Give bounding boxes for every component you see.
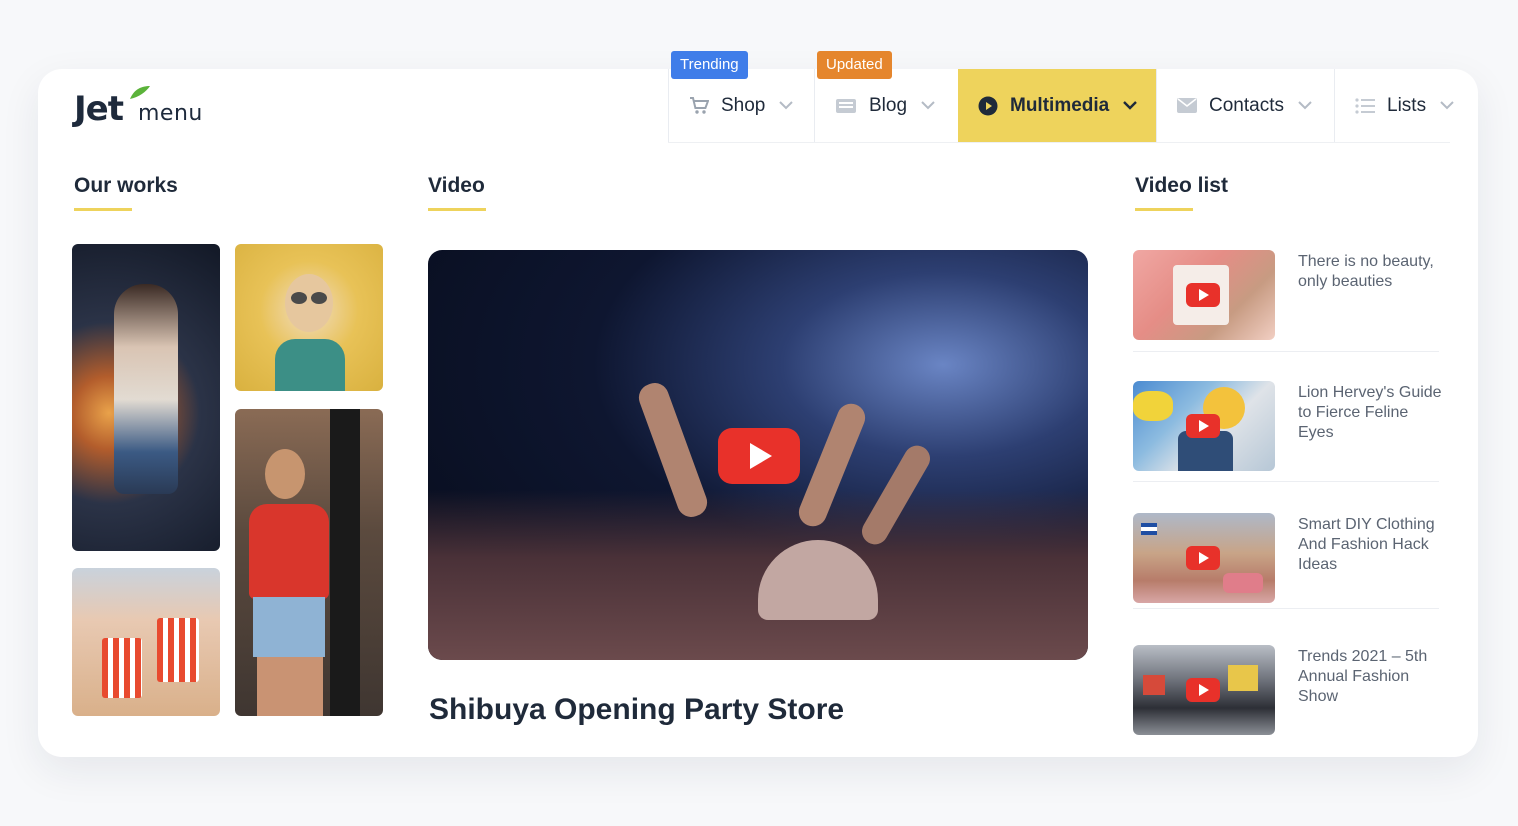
- chevron-down-icon: [1123, 101, 1138, 110]
- gallery-image[interactable]: [235, 244, 383, 391]
- video-list-item[interactable]: There is no beauty, only beauties: [1133, 250, 1439, 340]
- video-heading: Video: [428, 174, 485, 197]
- video-list-heading: Video list: [1135, 174, 1228, 197]
- our-works-heading: Our works: [74, 174, 178, 197]
- nav-label: Multimedia: [1010, 94, 1110, 116]
- nav-label: Contacts: [1209, 94, 1284, 116]
- video-list-title[interactable]: Lion Hervey's Guide to Fierce Feline Eye…: [1298, 383, 1443, 443]
- chevron-down-icon: [1440, 101, 1454, 110]
- gallery-image[interactable]: [72, 568, 220, 716]
- play-button[interactable]: [718, 428, 800, 484]
- chevron-down-icon: [1298, 101, 1312, 110]
- nav-label: Blog: [869, 94, 908, 116]
- play-icon: [1186, 283, 1220, 307]
- nav-item-contacts[interactable]: Contacts: [1156, 69, 1334, 142]
- video-list-item[interactable]: Smart DIY Clothing And Fashion Hack Idea…: [1133, 513, 1439, 603]
- divider: [1133, 481, 1439, 482]
- heading-underline: [428, 208, 486, 211]
- nav-item-blog[interactable]: Updated Blog: [814, 51, 958, 142]
- newspaper-icon: [835, 98, 857, 114]
- nav-label: Lists: [1387, 94, 1427, 116]
- video-list-title[interactable]: Trends 2021 – 5th Annual Fashion Show: [1298, 647, 1443, 707]
- nav-label: Shop: [721, 94, 766, 116]
- nav-item-multimedia[interactable]: Multimedia: [958, 69, 1156, 142]
- video-thumbnail[interactable]: [1133, 250, 1275, 340]
- trending-badge: Trending: [671, 51, 748, 79]
- heading-underline: [1135, 208, 1193, 211]
- chevron-down-icon: [921, 101, 935, 110]
- cart-icon: [689, 96, 709, 115]
- divider: [1133, 351, 1439, 352]
- video-title[interactable]: Shibuya Opening Party Store: [429, 693, 844, 727]
- heading-underline: [74, 208, 132, 211]
- updated-badge: Updated: [817, 51, 892, 79]
- play-circle-icon: [978, 96, 998, 116]
- play-icon: [1186, 546, 1220, 570]
- play-icon: [1186, 414, 1220, 438]
- video-thumbnail[interactable]: [1133, 645, 1275, 735]
- video-list-item[interactable]: Trends 2021 – 5th Annual Fashion Show: [1133, 645, 1439, 735]
- nav-item-lists[interactable]: Lists: [1334, 69, 1464, 142]
- video-thumbnail[interactable]: [1133, 381, 1275, 471]
- mega-menu-card: Jet menu Trending Shop Updated Blog Mult…: [38, 51, 1478, 757]
- divider: [1133, 608, 1439, 609]
- main-nav: Trending Shop Updated Blog Multimedia Co…: [668, 51, 1464, 142]
- play-icon: [1186, 678, 1220, 702]
- chevron-down-icon: [779, 101, 794, 110]
- video-list-title[interactable]: There is no beauty, only beauties: [1298, 252, 1443, 292]
- nav-item-shop[interactable]: Trending Shop: [668, 51, 814, 142]
- list-icon: [1355, 97, 1375, 114]
- video-list-item[interactable]: Lion Hervey's Guide to Fierce Feline Eye…: [1133, 381, 1442, 471]
- video-thumbnail[interactable]: [1133, 513, 1275, 603]
- video-list-title[interactable]: Smart DIY Clothing And Fashion Hack Idea…: [1298, 515, 1443, 575]
- gallery-image[interactable]: [235, 409, 383, 716]
- gallery-image[interactable]: [72, 244, 220, 551]
- main-video-player[interactable]: [428, 250, 1088, 660]
- nav-divider: [668, 142, 1450, 143]
- envelope-icon: [1177, 98, 1197, 113]
